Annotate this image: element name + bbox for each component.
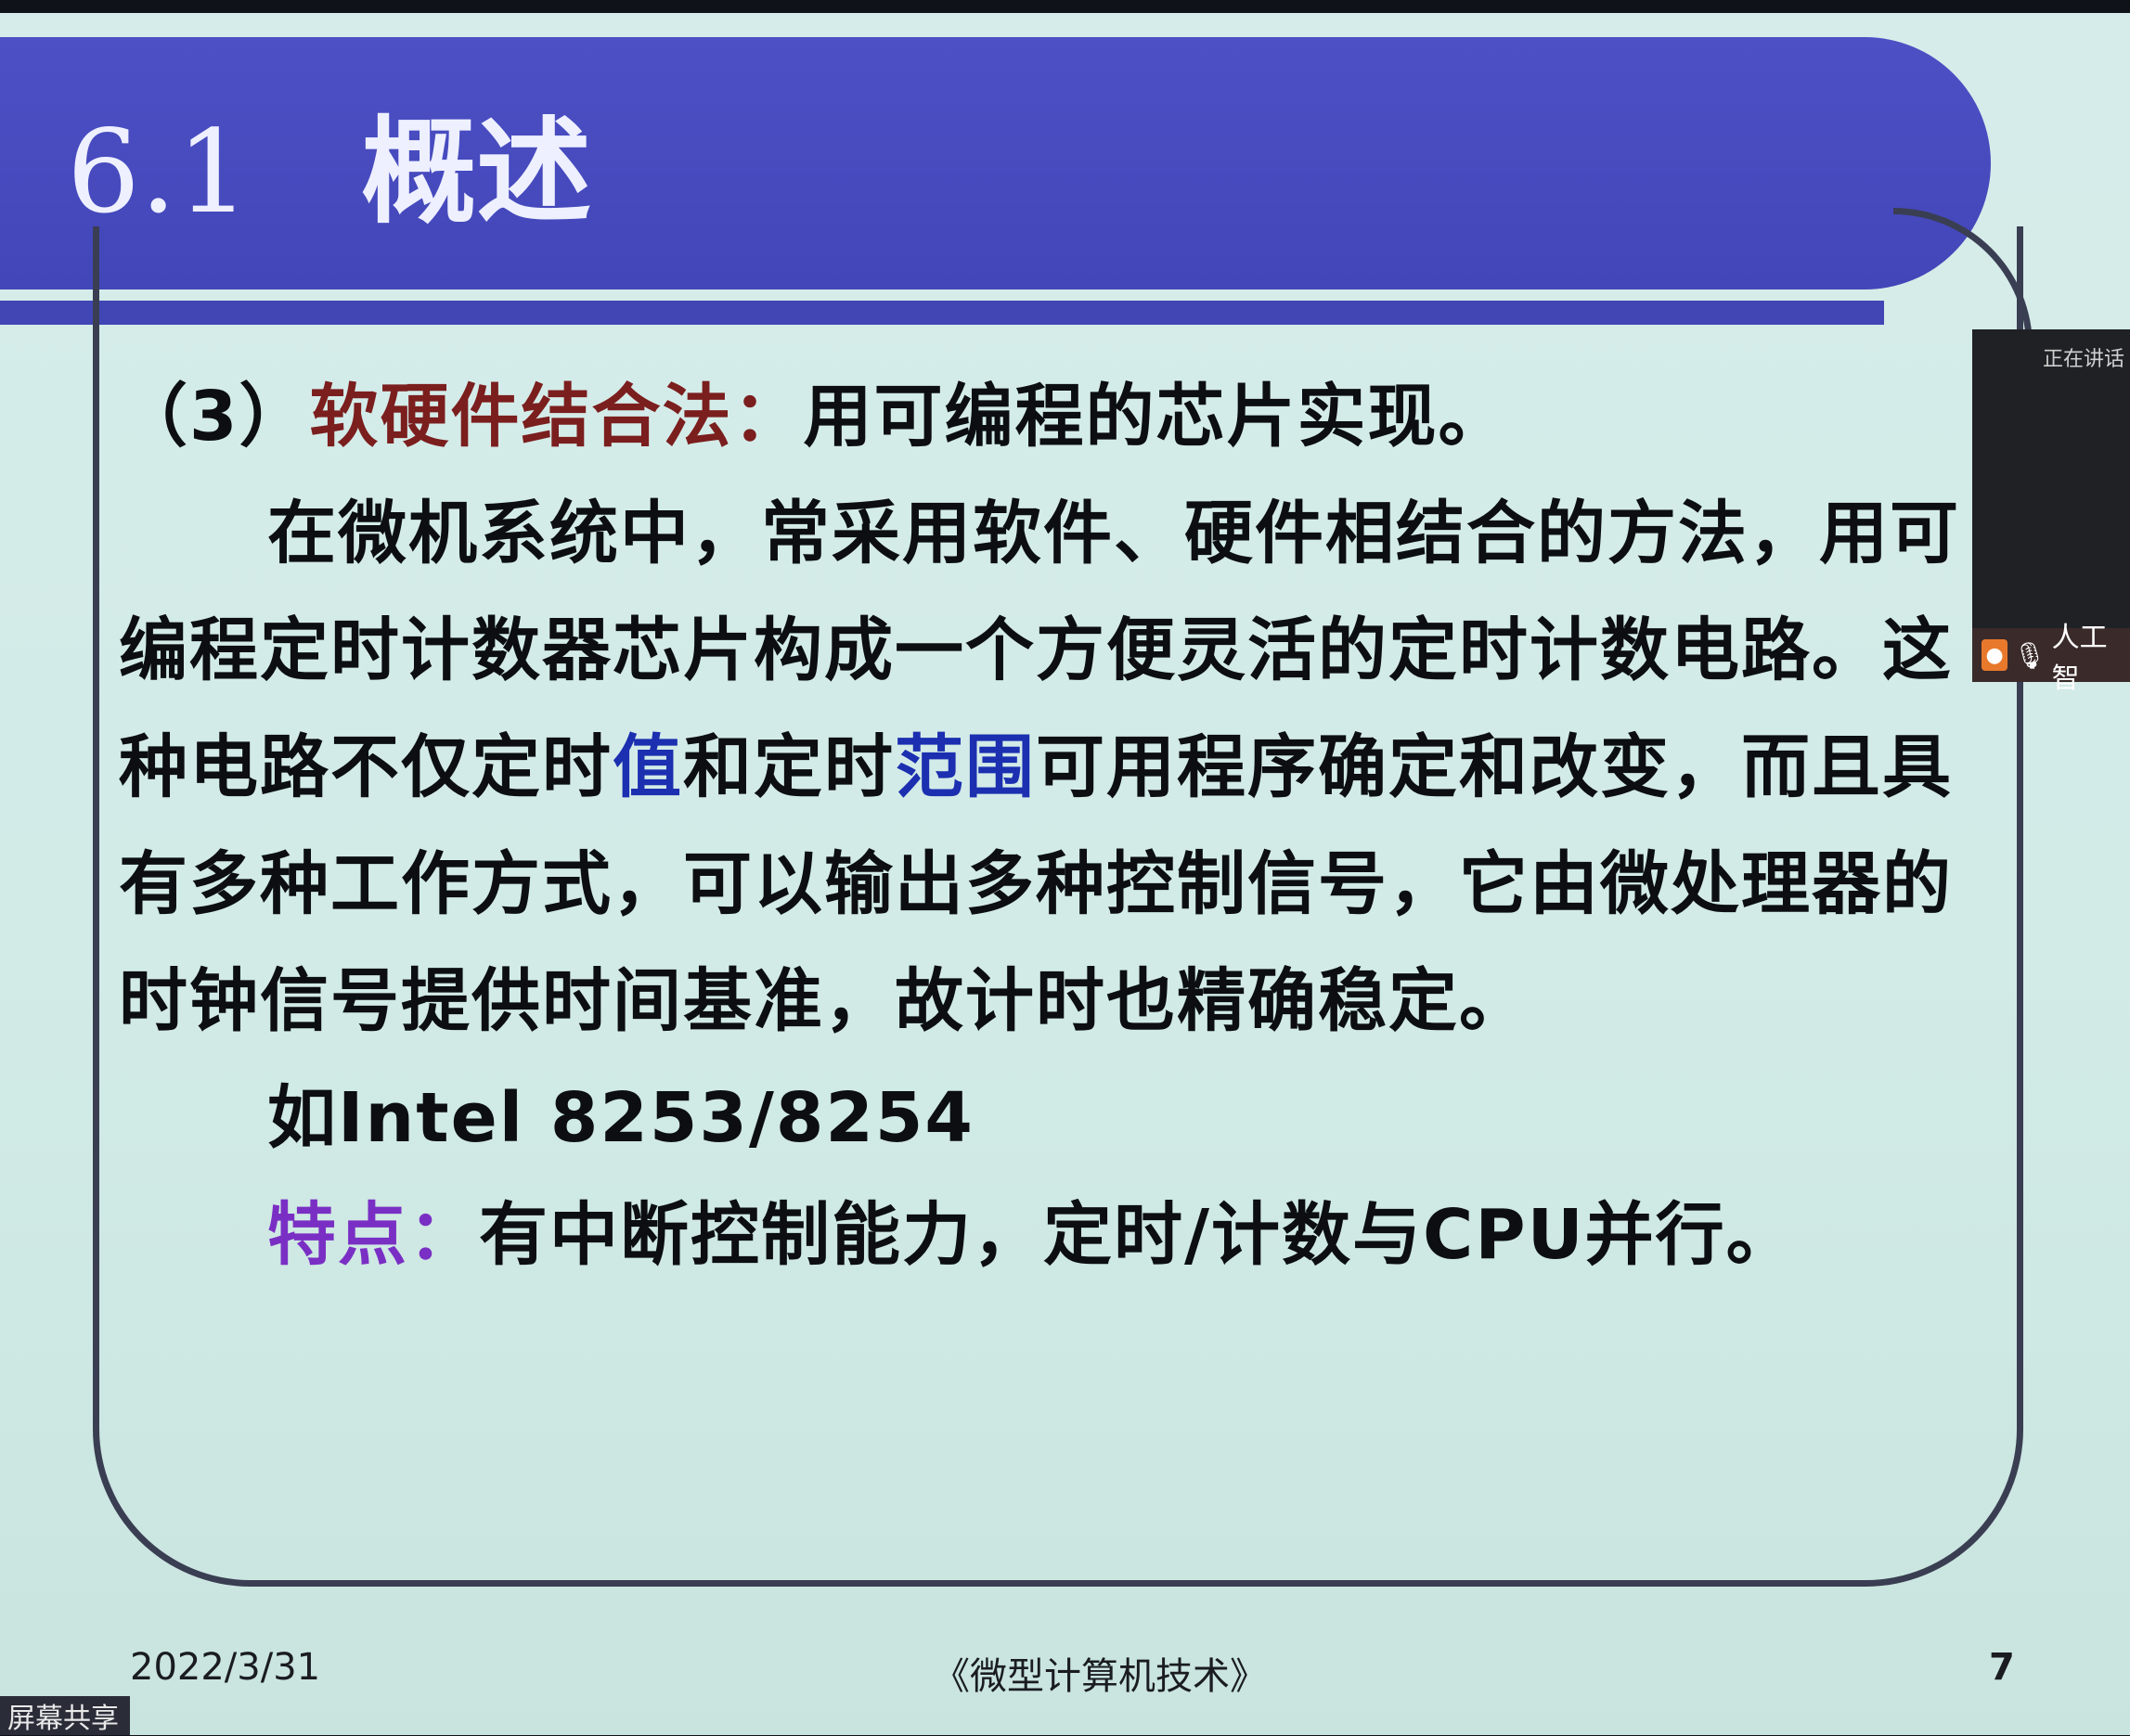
paragraph-line-4: 有多种工作方式，可以输出多种控制信号，它由微处理器的 <box>119 844 1953 924</box>
participant-name: 人工智 <box>2051 622 2108 695</box>
heading-line: （3）软硬件结合法：用可编程的芯片实现。 <box>119 358 1975 475</box>
footer-page-number: 7 <box>1989 1646 2015 1689</box>
speaking-label: 正在讲话 <box>2042 348 2124 371</box>
paragraph-line-2: 编程定时计数器芯片构成一个方便灵活的定时计数电路。这 <box>119 611 1953 690</box>
video-tile[interactable]: 正在讲话 ● 🎙 人工智 <box>1972 329 2130 695</box>
paragraph-line-1: 在微机系统中，常采用软件、硬件相结合的方法，用可 <box>267 494 1960 573</box>
user-icon: ● <box>1982 639 2008 671</box>
line3-e: 可用程序确定和改变，而且具 <box>1036 727 1953 807</box>
share-label: 屏幕共享 <box>7 1703 119 1735</box>
highlight-range: 范围 <box>895 727 1036 807</box>
example-line: 如Intel 8253/8254 <box>267 1078 975 1158</box>
speaking-indicator: 正在讲话 <box>1972 329 2130 385</box>
heading-term: 软硬件结合法： <box>309 377 804 457</box>
footer-course: 《微型计算机技术》 <box>933 1655 1267 1698</box>
section-number: 6.1 <box>67 106 251 239</box>
participant-bar: ● 🎙 人工智 <box>1972 622 2130 695</box>
highlight-value: 值 <box>613 727 683 807</box>
footer-date: 2022/3/31 <box>130 1646 321 1689</box>
slide-title: 6.1 概述 <box>67 98 591 247</box>
paragraph-line-5: 时钟信号提供时间基准，故计时也精确稳定。 <box>119 961 1530 1041</box>
section-title: 概述 <box>361 106 592 239</box>
paragraph-line-3: 种电路不仅定时值和定时范围可用程序确定和改变，而且具 <box>119 709 1975 826</box>
feature-label: 特点： <box>267 1195 479 1275</box>
line3-c: 和定时 <box>683 727 895 807</box>
heading-rest: 用可编程的芯片实现。 <box>803 377 1509 457</box>
feature-line: 特点：有中断控制能力，定时/计数与CPU并行。 <box>119 1177 1975 1293</box>
slide: 6.1 概述 （3）软硬件结合法：用可编程的芯片实现。 在微机系统中，常采用软件… <box>0 13 2130 1735</box>
line3-a: 种电路不仅定时 <box>119 727 613 807</box>
microphone-icon: 🎙 <box>2013 639 2046 671</box>
feature-text: 有中断控制能力，定时/计数与CPU并行。 <box>479 1195 1797 1275</box>
screen-share-badge[interactable]: 屏幕共享 <box>0 1696 130 1735</box>
slide-body: （3）软硬件结合法：用可编程的芯片实现。 在微机系统中，常采用软件、硬件相结合的… <box>119 358 1975 1293</box>
heading-prefix: （3） <box>119 377 310 457</box>
